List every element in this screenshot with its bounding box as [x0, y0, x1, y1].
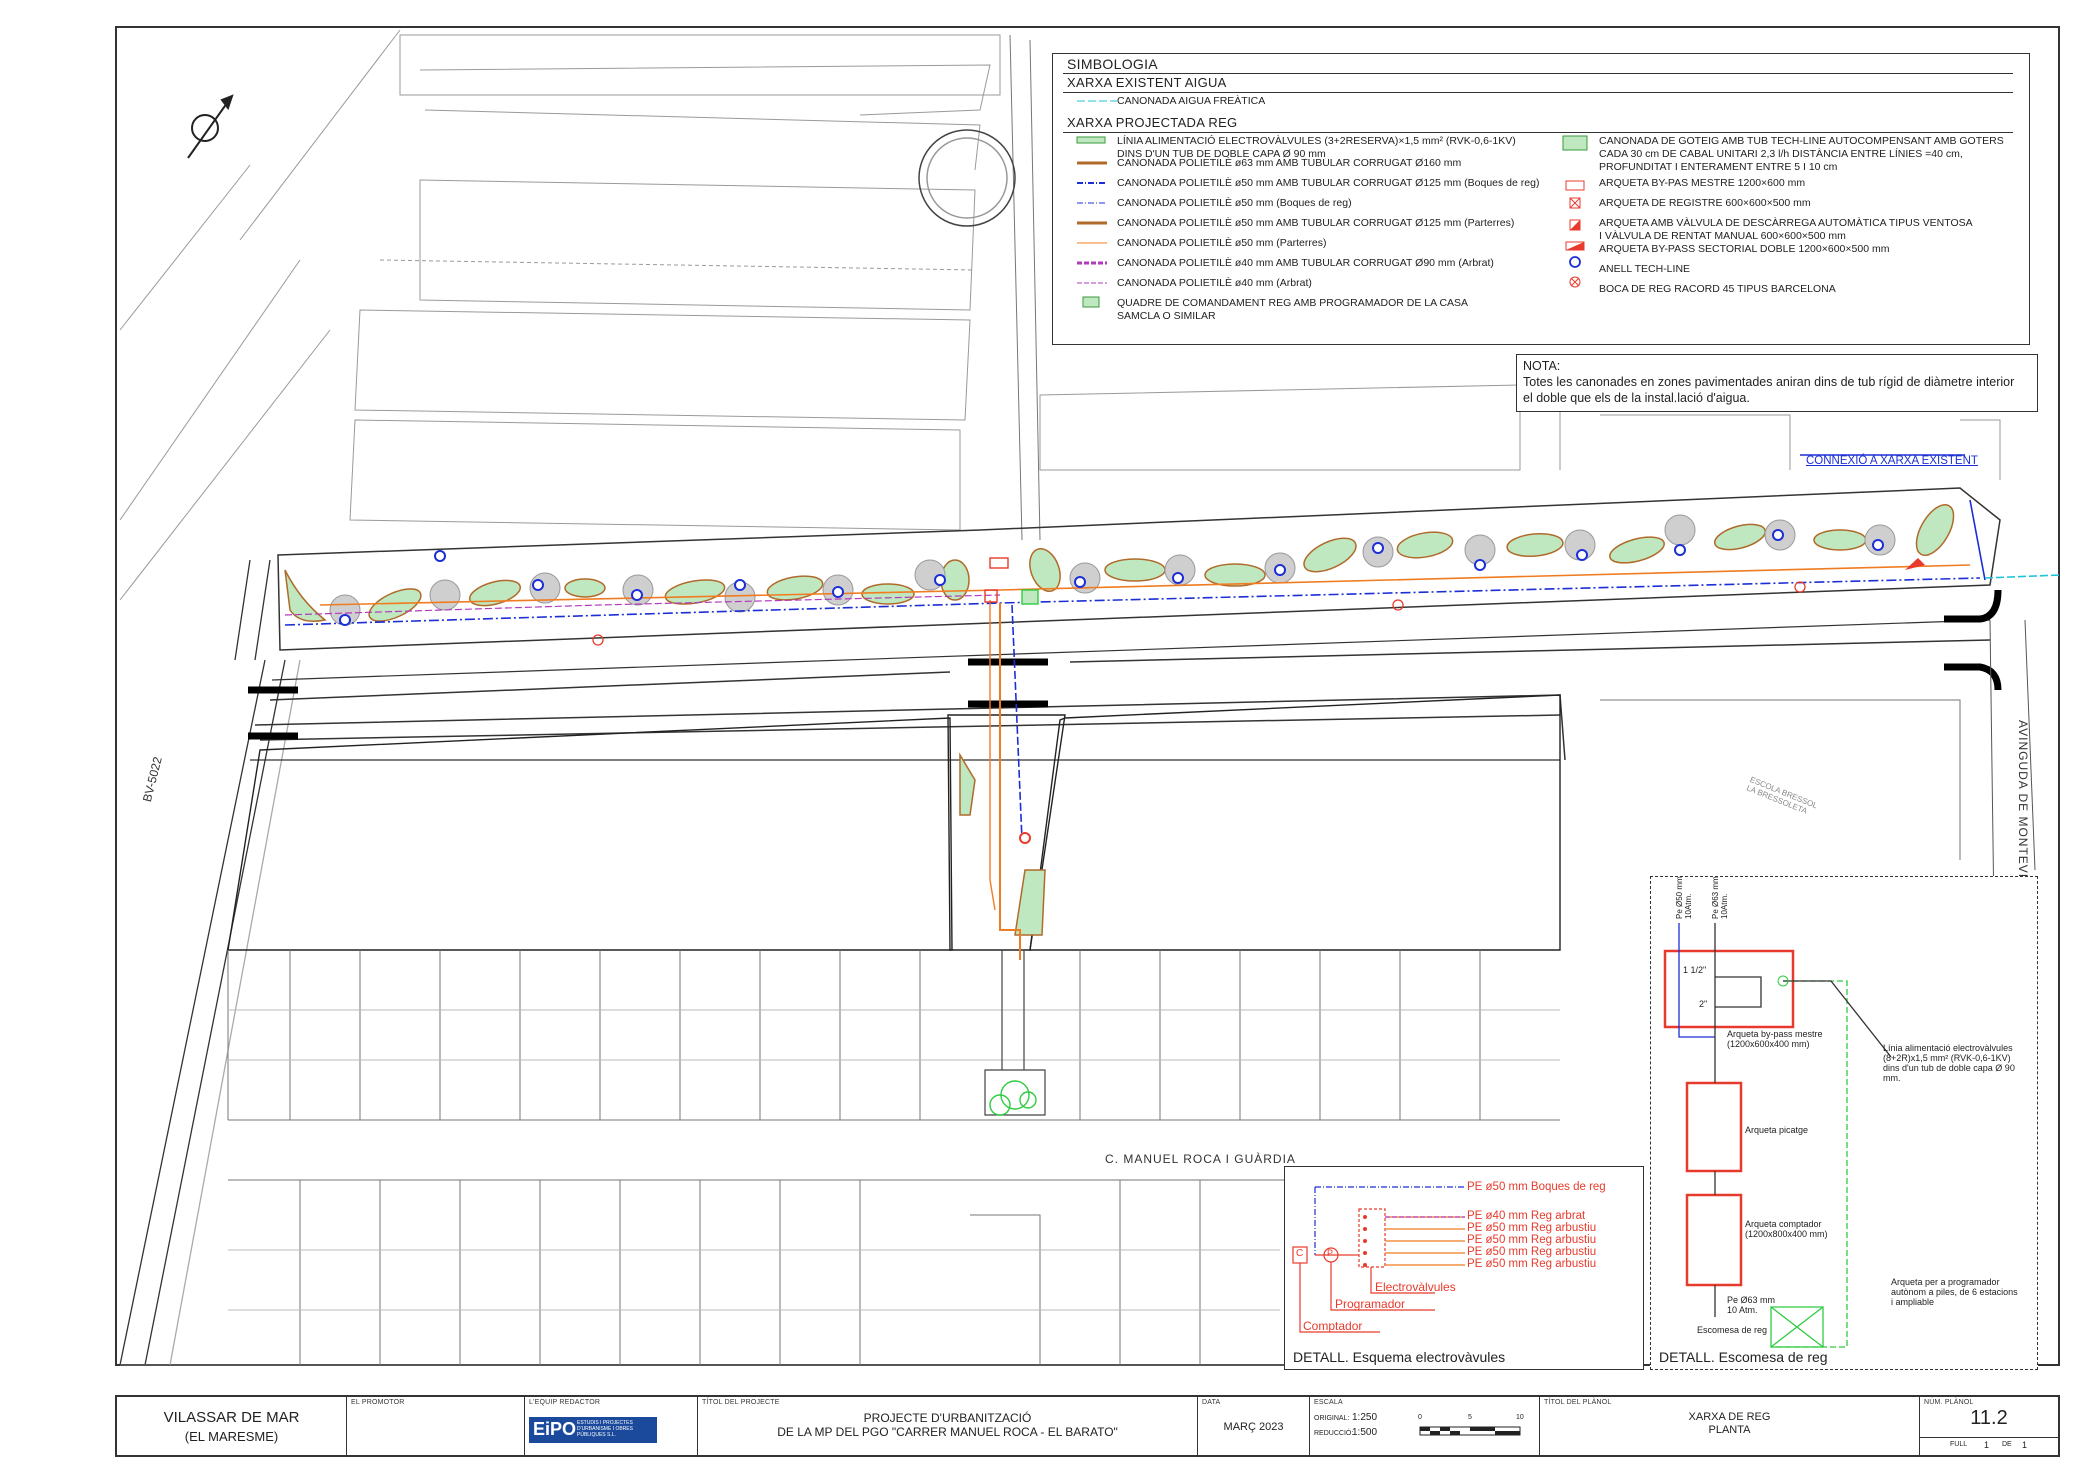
connection-label: CONNEXIÓ A XARXA EXISTENT	[1806, 455, 1978, 467]
pe50-label: Pe Ø50 mm 10Atm.	[1675, 876, 1693, 919]
electro-line: PE ø50 mm Reg arbustiu	[1467, 1234, 1597, 1246]
promotor-label: EL PROMOTOR	[351, 1399, 405, 1406]
counter-symbol: C	[1296, 1248, 1304, 1259]
programmer-symbol: P	[1327, 1248, 1334, 1258]
escomesa-label: Escomesa de reg	[1697, 1325, 1768, 1335]
note-text: Totes les canonades en zones pavimentade…	[1523, 375, 2015, 405]
detail-electrovalves-panel: PE ø50 mm Boques de reg PE ø40 mm Reg ar…	[1284, 1166, 1644, 1370]
tb-scale: ESCALA ORIGINAL: 1:250 REDUCCIÓ: 1:500 0…	[1310, 1397, 1540, 1455]
legend-left-item: CANONADA POLIETILÈ ø50 mm AMB TUBULAR CO…	[1117, 217, 1515, 229]
sheet-total: 1	[2022, 1440, 2028, 1450]
reduction-label: REDUCCIÓ:	[1314, 1430, 1354, 1437]
electro-line: PE ø50 mm Reg arbustiu	[1467, 1258, 1597, 1270]
electro-line: PE ø50 mm Reg arbustiu	[1467, 1222, 1597, 1234]
north-arrow-icon	[187, 94, 234, 159]
picatge-label: Arqueta picatge	[1745, 1125, 1809, 1135]
legend-panel: SIMBOLOGIA XARXA EXISTENT AIGUA CANONADA…	[1052, 53, 2030, 345]
legend-title: SIMBOLOGIA	[1067, 56, 1158, 72]
project-line-2: DE LA MP DEL PGO "CARRER MANUEL ROCA - E…	[777, 1425, 1118, 1439]
date-label: DATA	[1202, 1399, 1221, 1406]
title-block: VILASSAR DE MAR (EL MARESME) EL PROMOTOR…	[115, 1395, 2060, 1457]
plan-line-2: PLANTA	[1708, 1424, 1751, 1436]
legend-section-existing: XARXA EXISTENT AIGUA	[1067, 75, 1227, 90]
counter-label: Comptador	[1303, 1319, 1363, 1333]
street-label-bottom: C. MANUEL ROCA I GUÀRDIA	[1105, 1152, 1296, 1166]
tb-plan-number: NÚM. PLÀNOL 11.2 FULL 1 DE 1	[1920, 1397, 2058, 1455]
region-name: (EL MARESME)	[184, 1429, 279, 1444]
scale-tick: 10	[1516, 1414, 1524, 1421]
legend-right-item: BOCA DE REG RACORD 45 TIPUS BARCELONA	[1599, 283, 1836, 295]
project-line-1: PROJECTE D'URBANITZACIÓ	[863, 1411, 1032, 1425]
legend-right-item: ARQUETA DE REGISTRE 600×600×500 mm	[1599, 197, 1811, 209]
note-title: NOTA:	[1523, 359, 1561, 373]
project-title-label: TÍTOL DEL PROJECTE	[702, 1399, 780, 1406]
municipality-name: VILASSAR DE MAR	[163, 1409, 300, 1426]
electro-line: PE ø40 mm Reg arbrat	[1467, 1210, 1586, 1222]
team-label: L'EQUIP REDACTOR	[529, 1399, 601, 1406]
legend-left-item: CANONADA POLIETILÈ ø40 mm (Arbrat)	[1117, 277, 1312, 289]
legend-right-item: ANELL TECH-LINE	[1599, 263, 1691, 275]
legend-left-item: CANONADA POLIETILÈ ø40 mm AMB TUBULAR CO…	[1117, 257, 1494, 269]
original-label: ORIGINAL:	[1314, 1415, 1350, 1422]
legend-left-item: CANONADA POLIETILÈ ø50 mm (Boques de reg…	[1117, 197, 1352, 209]
plan-title-label: TÍTOL DEL PLÀNOL	[1544, 1399, 1612, 1406]
plan-number-label: NÚM. PLÀNOL	[1924, 1399, 1974, 1406]
tb-team: L'EQUIP REDACTOR EiPO ESTUDIS I PROJECTE…	[525, 1397, 698, 1455]
legend-left-item: QUADRE DE COMANDAMENT REG AMB PROGRAMADO…	[1117, 297, 1469, 322]
detail-connection-panel: Pe Ø50 mm 10Atm. Pe Ø63 mm 10Atm. 1 1/2"…	[1650, 876, 2038, 1370]
size-1-5-label: 1 1/2"	[1683, 965, 1707, 975]
bypass-label: Arqueta by-pass mestre (1200x600x400 mm)	[1727, 1029, 1823, 1049]
tb-promotor: EL PROMOTOR	[347, 1397, 525, 1455]
tb-municipality: VILASSAR DE MAR (EL MARESME)	[117, 1397, 347, 1455]
planting-beds	[284, 504, 1955, 936]
counter-box-label: Arqueta comptador (1200x800x400 mm)	[1745, 1219, 1828, 1239]
legend-right-item: CANONADA DE GOTEIG AMB TUB TECH-LINE AUT…	[1599, 135, 2004, 173]
programmer-box-label: Arqueta per a programador autònom a pile…	[1891, 1277, 2018, 1307]
legend-left-item: CANONADA POLIETILÈ ø50 mm (Parterres)	[1117, 237, 1327, 249]
sheet-number: 1	[1984, 1440, 1990, 1450]
plan-line-1: XARXA DE REG	[1688, 1411, 1771, 1423]
electrovalves-label: Electrovàlvules	[1375, 1280, 1456, 1294]
scale-label: ESCALA	[1314, 1399, 1343, 1406]
scale-tick: 5	[1468, 1414, 1472, 1421]
tb-project-title: TÍTOL DEL PROJECTE PROJECTE D'URBANITZAC…	[698, 1397, 1198, 1455]
legend-left-item: CANONADA POLIETILÈ ø50 mm AMB TUBULAR CO…	[1117, 177, 1540, 189]
electro-line: PE ø50 mm Reg arbustiu	[1467, 1246, 1597, 1258]
eipo-logo: EiPO ESTUDIS I PROJECTES D'URBANISME I O…	[529, 1417, 657, 1443]
roundabout	[918, 129, 1016, 227]
reduction-scale: 1:500	[1352, 1427, 1378, 1438]
pe63-bottom-label: Pe Ø63 mm 10 Atm.	[1727, 1295, 1776, 1315]
control-panel-symbol	[1021, 589, 1039, 605]
scale-bar	[1419, 1426, 1521, 1436]
legend-right-item: ARQUETA BY-PAS MESTRE 1200×600 mm	[1599, 177, 1806, 189]
date-value: MARÇ 2023	[1223, 1421, 1284, 1433]
pe63-label: Pe Ø63 mm 10Atm.	[1711, 876, 1729, 919]
legend-right-item: ARQUETA BY-PASS SECTORIAL DOBLE 1200×600…	[1599, 243, 1890, 255]
legend-left-item: CANONADA POLIETILÈ ø63 mm AMB TUBULAR CO…	[1117, 157, 1462, 169]
electro-line: PE ø50 mm Boques de reg	[1467, 1181, 1606, 1193]
legend-existing-item: CANONADA AIGUA FREÀTICA	[1117, 95, 1266, 107]
feed-line-label: Línia alimentació electrovàlvules (8+2R)…	[1883, 1043, 2015, 1083]
tb-plan-title: TÍTOL DEL PLÀNOL XARXA DE REG PLANTA	[1540, 1397, 1920, 1455]
detail-connection-title: DETALL. Escomesa de reg	[1659, 1349, 1828, 1365]
scale-tick: 0	[1418, 1414, 1422, 1421]
sheet-label: FULL	[1950, 1441, 1968, 1448]
sheet-of-label: DE	[2002, 1441, 2012, 1448]
detail-electrovalves-title: DETALL. Esquema electrovàvules	[1293, 1349, 1506, 1365]
tb-date: DATA MARÇ 2023	[1198, 1397, 1310, 1455]
legend-section-projected: XARXA PROJECTADA REG	[1067, 115, 1238, 130]
note-panel: NOTA: Totes les canonades en zones pavim…	[1516, 354, 2038, 412]
plan-number: 11.2	[1970, 1407, 2008, 1429]
size-2-label: 2"	[1699, 999, 1708, 1009]
original-scale: 1:250	[1352, 1412, 1378, 1423]
programmer-label: Programador	[1335, 1297, 1406, 1311]
legend-right-item: ARQUETA AMB VÀLVULA DE DESCÀRREGA AUTOMÀ…	[1599, 217, 1973, 242]
